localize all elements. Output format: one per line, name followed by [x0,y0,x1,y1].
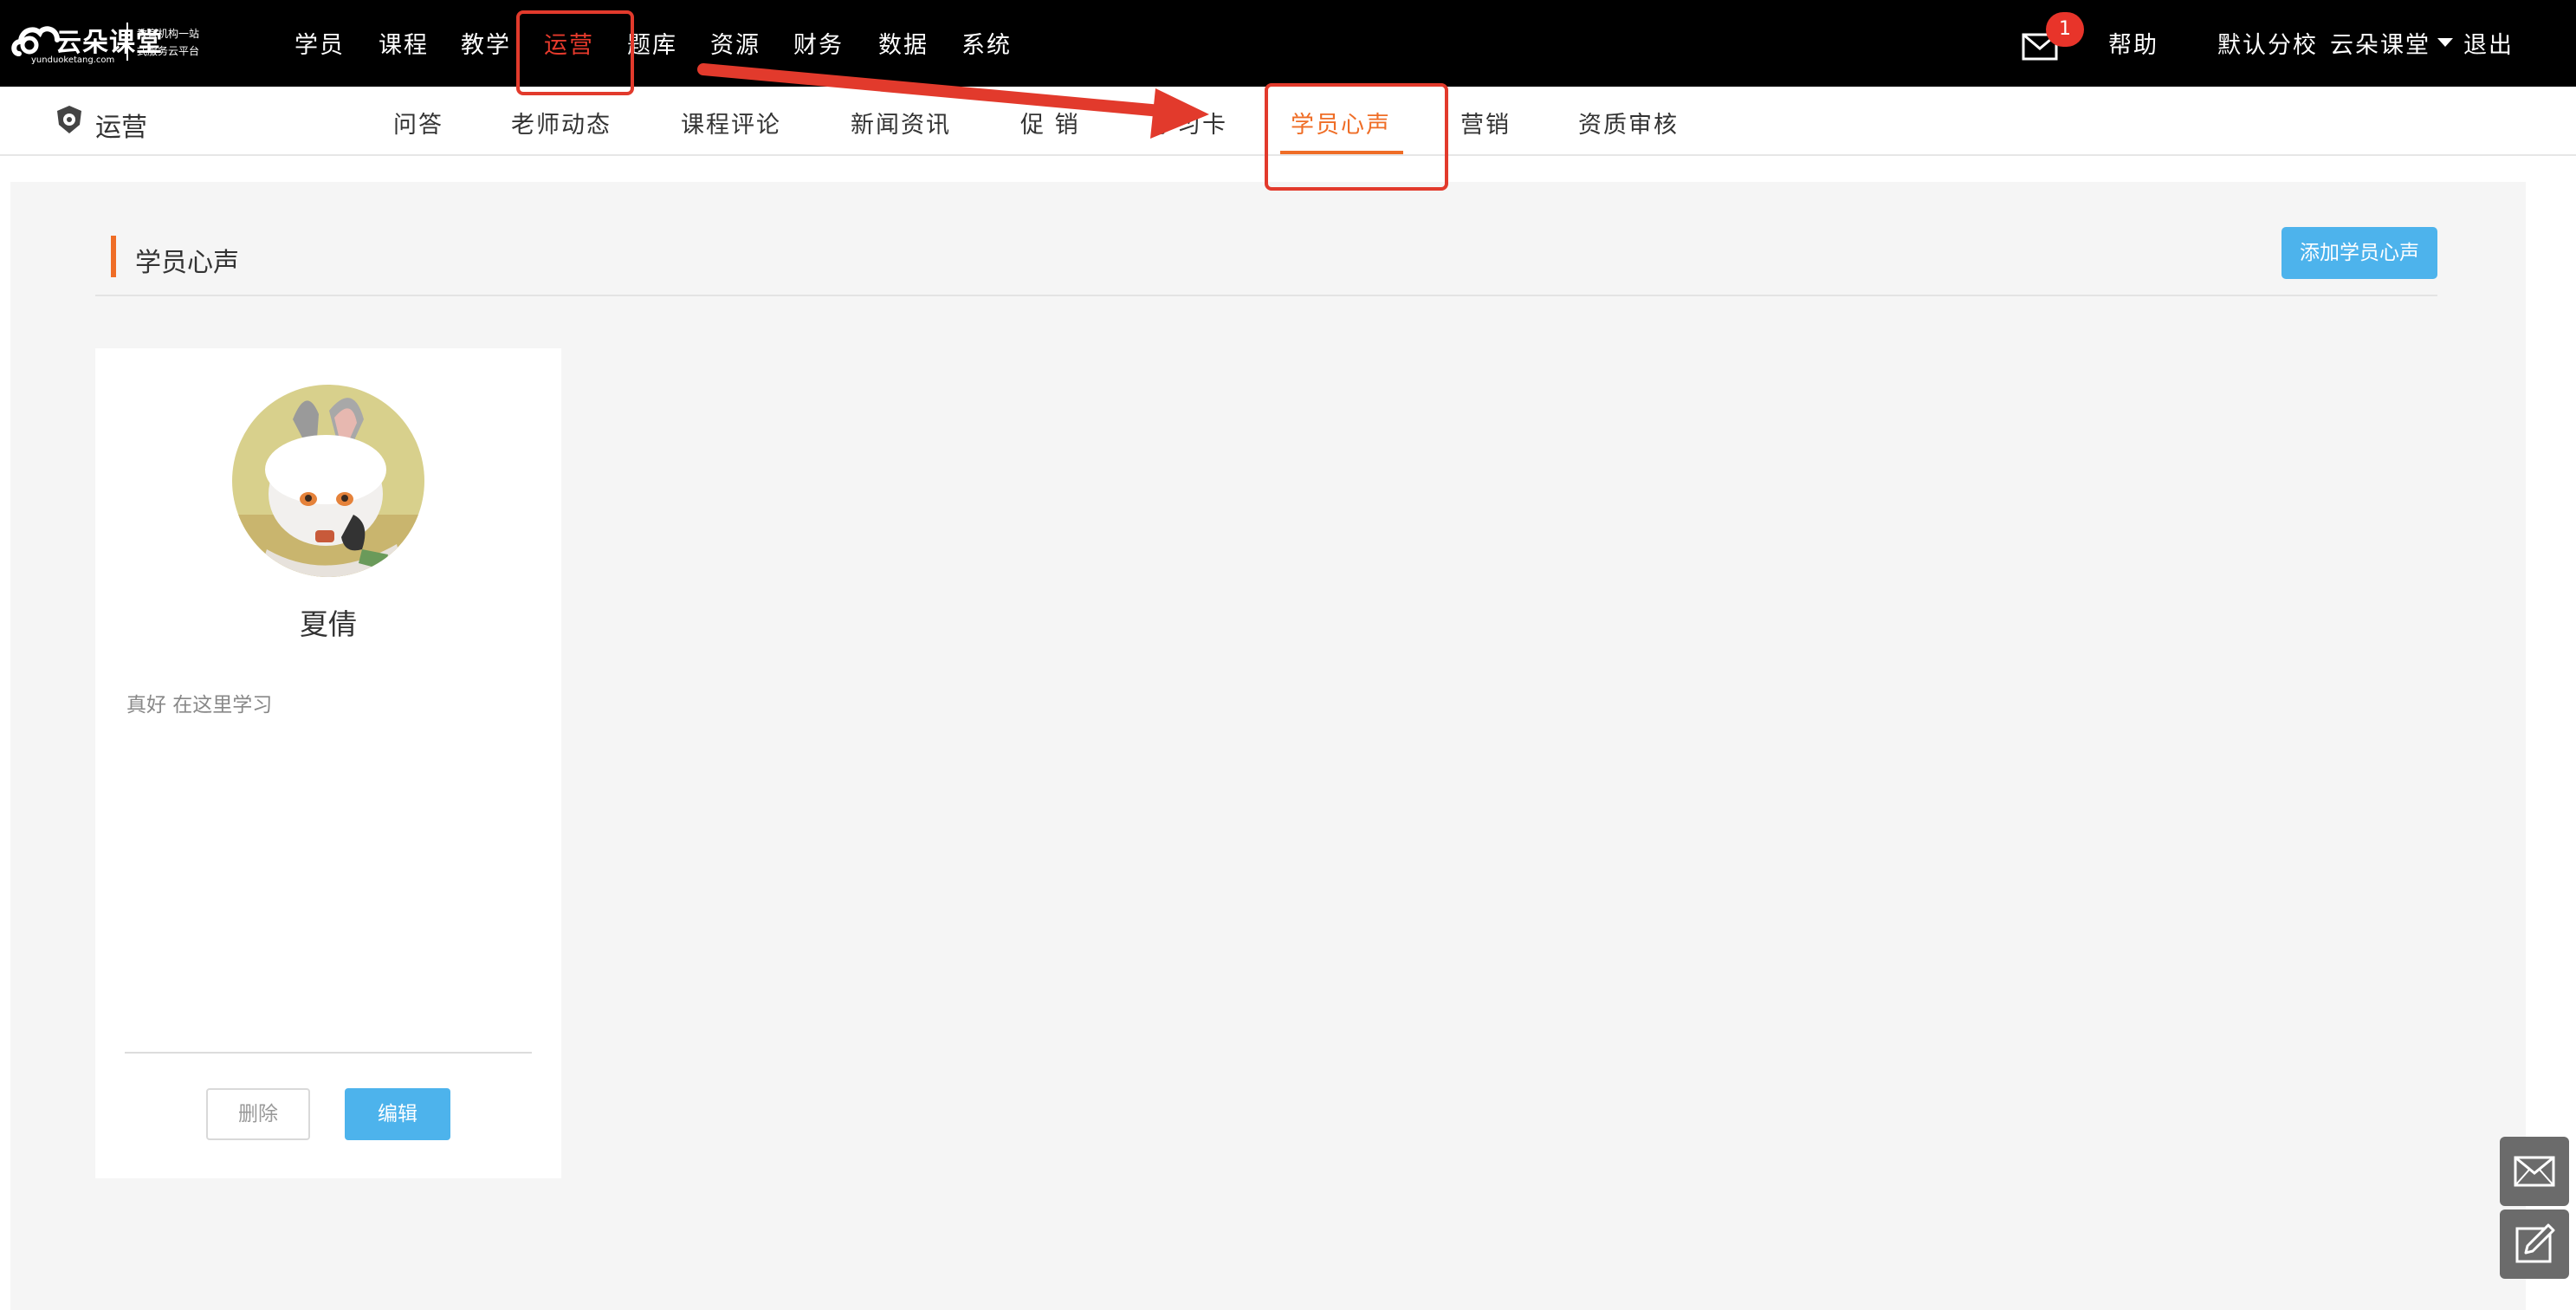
floating-feedback-button[interactable] [2500,1209,2569,1279]
sub-nav-student-voice[interactable]: 学员心声 [1291,106,1391,139]
top-nav-operations[interactable]: 运营 [544,26,594,60]
avatar [232,385,424,577]
top-bar: 云朵课堂 yunduoketang.com 教育机构一站 式服务云平台 学员 课… [0,0,2576,87]
top-nav-data[interactable]: 数据 [878,26,929,60]
delete-button[interactable]: 删除 [206,1088,310,1140]
card-divider [125,1052,532,1054]
title-accent-bar [111,236,116,277]
shield-icon [57,106,81,133]
logout-link[interactable]: 退出 [2463,26,2514,60]
chevron-down-icon[interactable] [2437,38,2453,47]
sub-nav-bar [0,87,2576,156]
top-nav-finance[interactable]: 财务 [793,26,844,60]
envelope-icon [2514,1156,2555,1187]
top-nav-question-bank[interactable]: 题库 [627,26,677,60]
brand-slogan-line2: 式服务云平台 [137,45,200,57]
active-tab-underline [1280,151,1403,154]
edit-icon [2515,1223,2555,1263]
sub-nav-promotion[interactable]: 促 销 [1020,106,1080,139]
mail-count-badge: 1 [2046,12,2084,47]
brand-logo[interactable]: 云朵课堂 yunduoketang.com 教育机构一站 式服务云平台 [10,12,210,73]
avatar-image [232,385,424,577]
add-testimonial-button[interactable]: 添加学员心声 [2282,227,2437,279]
top-nav-students[interactable]: 学员 [294,26,345,60]
brand-url: yunduoketang.com [31,55,115,65]
title-divider [95,295,2437,296]
sub-nav-study-card[interactable]: 学习卡 [1152,106,1227,139]
user-menu[interactable]: 云朵课堂 [2330,26,2430,60]
brand-divider [126,23,128,61]
sub-nav-qa[interactable]: 问答 [393,106,443,139]
top-nav-resources[interactable]: 资源 [710,26,761,60]
page-title: 学员心声 [135,248,239,278]
top-nav-system[interactable]: 系统 [961,26,1012,60]
top-nav-teaching[interactable]: 教学 [461,26,511,60]
sub-nav-qualification-review[interactable]: 资质审核 [1578,106,1679,139]
sub-nav-marketing[interactable]: 营销 [1460,106,1511,139]
top-nav-courses[interactable]: 课程 [379,26,429,60]
testimonial-text: 真好 在这里学习 [126,694,273,717]
sub-nav-course-reviews[interactable]: 课程评论 [681,106,781,139]
sub-nav-teacher-news[interactable]: 老师动态 [511,106,612,139]
section-title: 运营 [95,113,147,143]
campus-selector[interactable]: 默认分校 [2217,26,2318,60]
edit-button[interactable]: 编辑 [345,1088,450,1140]
sub-nav-news[interactable]: 新闻资讯 [851,106,951,139]
brand-slogan-line1: 教育机构一站 [137,28,200,40]
testimonial-name: 夏倩 [300,607,357,641]
floating-message-button[interactable] [2500,1137,2569,1206]
help-link[interactable]: 帮助 [2108,26,2159,60]
